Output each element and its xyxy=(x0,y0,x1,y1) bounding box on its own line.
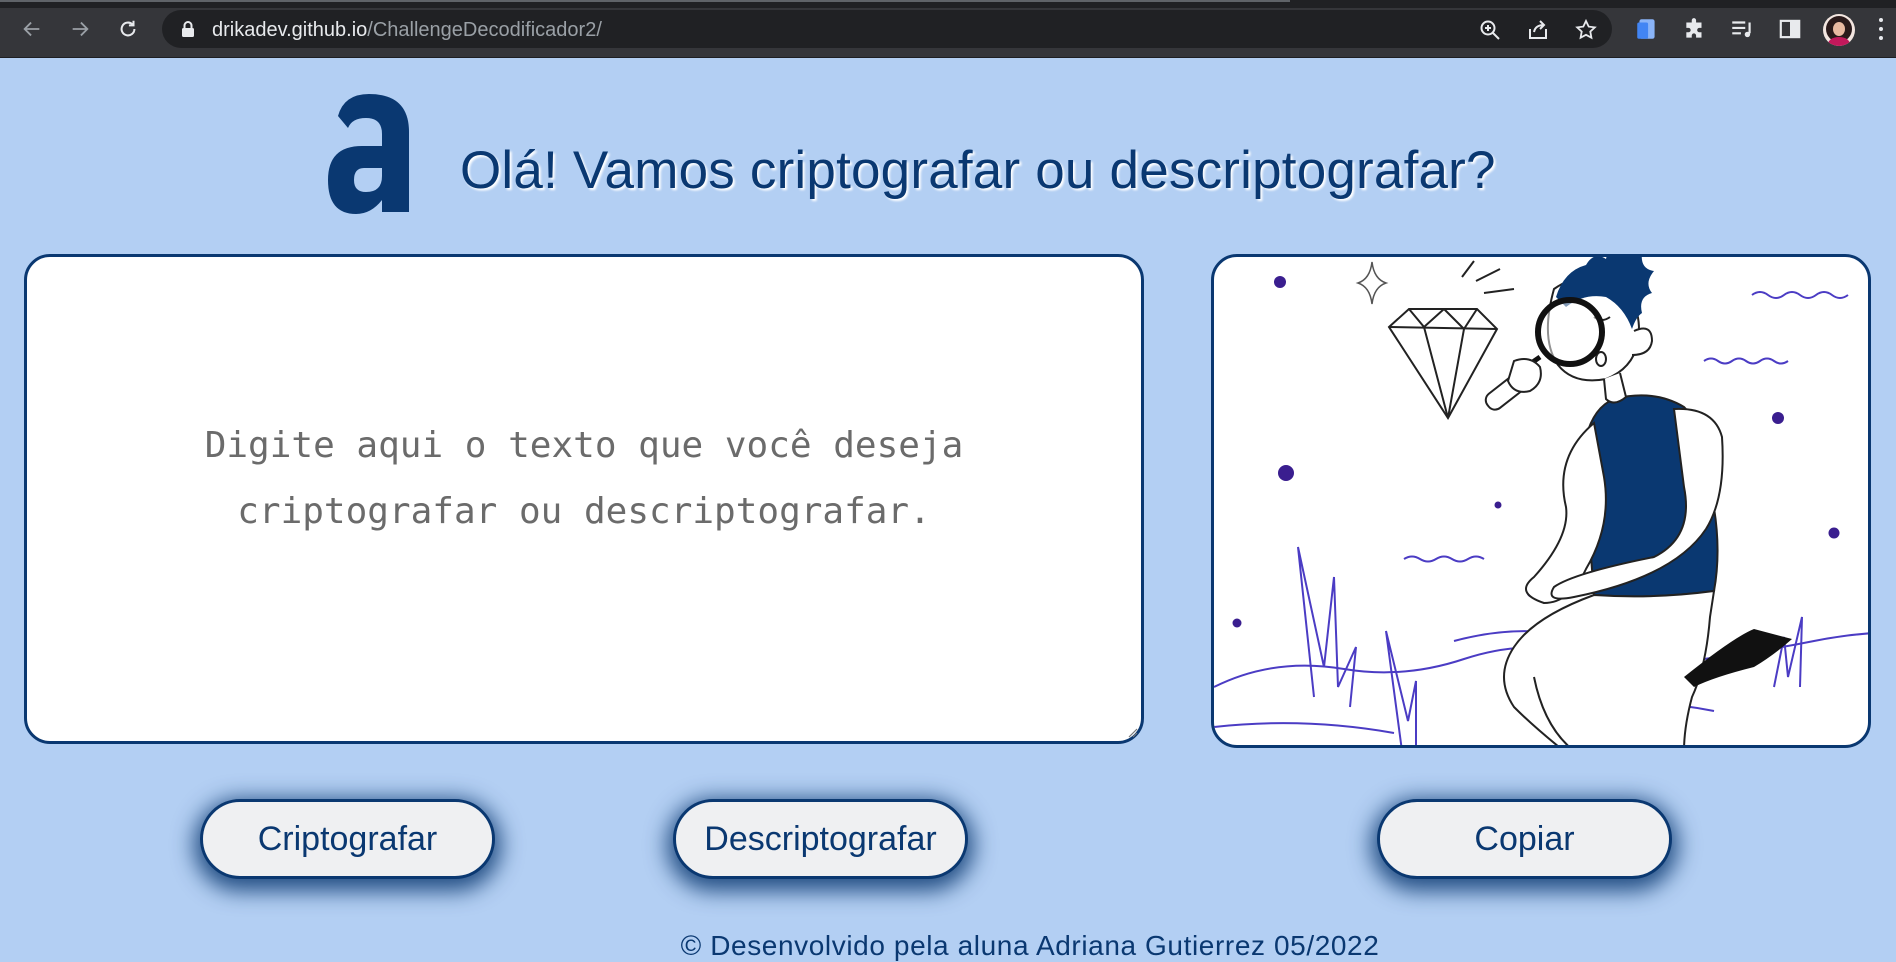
resize-handle-icon[interactable] xyxy=(1126,726,1138,738)
lock-icon xyxy=(182,21,194,37)
arrow-left-icon xyxy=(23,21,40,37)
page-title: Olá! Vamos criptografar ou descriptograf… xyxy=(460,141,1496,200)
zoom-icon[interactable] xyxy=(1478,18,1502,42)
side-panel-icon[interactable] xyxy=(1777,16,1803,42)
encrypt-button[interactable]: Criptografar xyxy=(200,799,495,879)
bookmark-star-icon[interactable] xyxy=(1574,18,1598,42)
reload-button[interactable] xyxy=(110,14,146,44)
address-bar[interactable]: drikadev.github.io/ChallengeDecodificado… xyxy=(162,10,1612,48)
tab-strip xyxy=(0,0,1896,8)
browser-toolbar: drikadev.github.io/ChallengeDecodificado… xyxy=(0,0,1896,58)
arrow-right-icon xyxy=(72,21,89,37)
message-textarea[interactable]: Digite aqui o texto que você deseja crip… xyxy=(24,254,1144,744)
reload-icon xyxy=(120,20,136,37)
url-text: drikadev.github.io/ChallengeDecodificado… xyxy=(212,19,602,42)
illustration-panel xyxy=(1211,254,1871,748)
back-button[interactable] xyxy=(14,14,50,44)
copy-button[interactable]: Copiar xyxy=(1377,799,1672,879)
decrypt-button[interactable]: Descriptografar xyxy=(673,799,968,879)
textarea-placeholder: Digite aqui o texto que você deseja crip… xyxy=(204,425,964,532)
extensions-puzzle-icon[interactable] xyxy=(1682,16,1708,42)
extension-docs-icon[interactable] xyxy=(1634,16,1660,42)
profile-avatar[interactable] xyxy=(1823,14,1855,46)
url-path: /ChallengeDecodificador2/ xyxy=(367,19,602,41)
footer-credit: © Desenvolvido pela aluna Adriana Gutier… xyxy=(680,930,1380,961)
media-queue-icon[interactable] xyxy=(1729,16,1755,42)
detective-illustration xyxy=(1214,257,1868,745)
browser-menu-icon[interactable] xyxy=(1878,18,1884,42)
alura-logo-icon xyxy=(328,94,409,214)
forward-button[interactable] xyxy=(62,14,98,44)
share-icon[interactable] xyxy=(1526,18,1550,42)
url-host: drikadev.github.io xyxy=(212,19,368,41)
